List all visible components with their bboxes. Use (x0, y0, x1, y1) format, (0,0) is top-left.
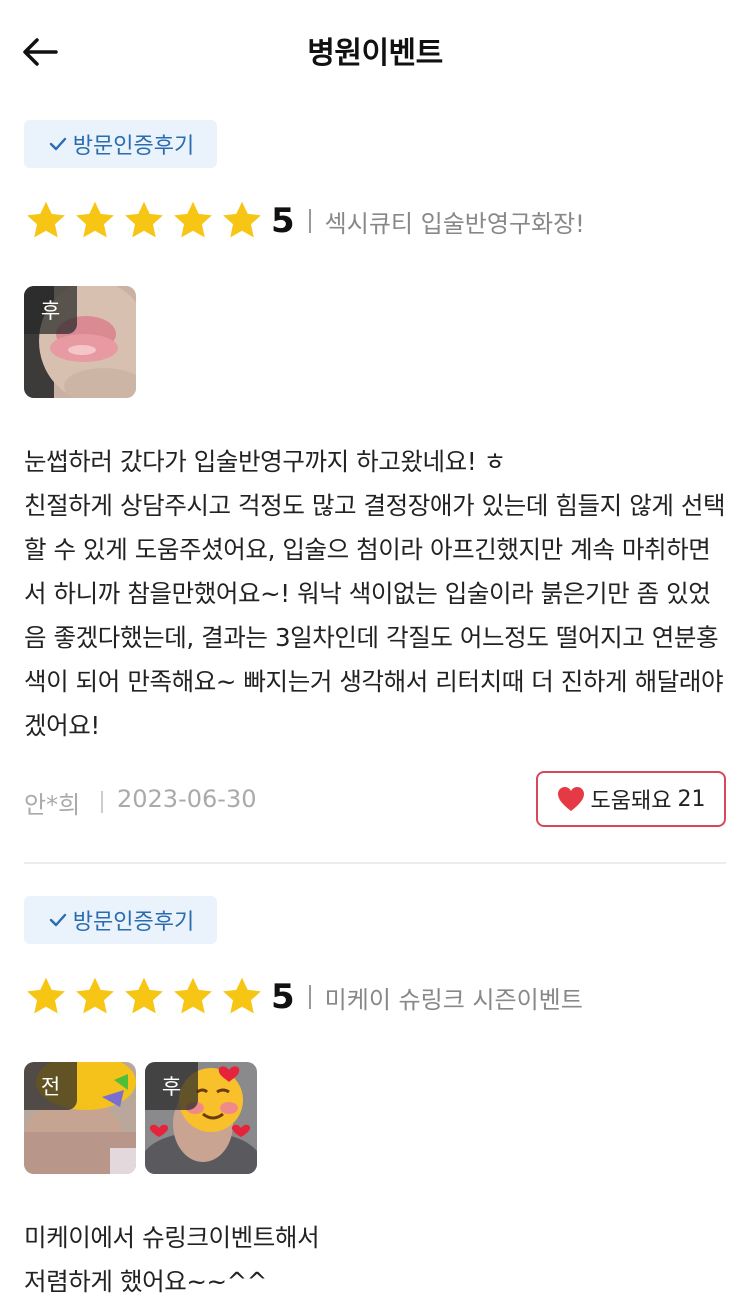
rating-score: 5 (271, 977, 295, 1017)
check-icon (49, 137, 66, 151)
review-photos: 전 후 (24, 1062, 257, 1174)
page-title: 병원이벤트 (307, 36, 443, 71)
review-photo-after[interactable]: 후 (145, 1062, 257, 1174)
event-name[interactable]: 섹시큐티 입술반영구화장! (325, 204, 585, 239)
star-icon (76, 201, 114, 238)
divider-bar (308, 985, 311, 1009)
photo-tag: 후 (145, 1062, 198, 1110)
heart-icon (557, 787, 584, 811)
review-photos: 후 (24, 286, 136, 398)
star-icon (223, 201, 261, 238)
app-header: 병원이벤트 (0, 0, 750, 100)
star-icon (125, 977, 163, 1014)
star-icon (76, 977, 114, 1014)
helpful-label: 도움돼요 (590, 789, 672, 814)
rating-row: 5 미케이 슈링크 시즌이벤트 (24, 972, 726, 1022)
review-meta: 안*희 2023-06-30 도움돼요 21 (24, 771, 726, 831)
check-icon (49, 913, 66, 927)
star-icon (174, 977, 212, 1014)
review-card: 방문인증후기 5 미케이 슈링크 시즌이벤트 전 후 미케이에서 슈링크이벤트해… (24, 896, 726, 1301)
star-icon (174, 201, 212, 238)
verified-visit-badge: 방문인증후기 (24, 896, 217, 944)
review-photo-before[interactable]: 전 (24, 1062, 136, 1174)
review-text: 눈썹하러 갔다가 입술반영구까지 하고왔네요! ㅎ 친절하게 상담주시고 걱정도… (24, 447, 726, 740)
helpful-count: 21 (677, 786, 706, 812)
author-name: 안*희 (24, 791, 81, 819)
photo-tag: 후 (24, 286, 77, 334)
star-icon (223, 977, 261, 1014)
review-card: 방문인증후기 5 섹시큐티 입술반영구화장! 후 눈썹하러 갔다가 입술반영구까… (24, 120, 726, 840)
badge-label: 방문인증후기 (72, 910, 195, 935)
event-name[interactable]: 미케이 슈링크 시즌이벤트 (325, 980, 583, 1015)
review-date: 2023-06-30 (117, 785, 257, 813)
helpful-button[interactable]: 도움돼요 21 (536, 771, 726, 827)
badge-label: 방문인증후기 (72, 134, 195, 159)
divider-bar (308, 209, 311, 233)
photo-tag: 전 (24, 1062, 77, 1110)
rating-score: 5 (271, 201, 295, 241)
review-divider (24, 862, 726, 864)
star-icon (125, 201, 163, 238)
star-icon (27, 201, 65, 238)
review-text: 미케이에서 슈링크이벤트해서 저렴하게 했어요~~^^ (24, 1223, 320, 1296)
verified-visit-badge: 방문인증후기 (24, 120, 217, 168)
rating-row: 5 섹시큐티 입술반영구화장! (24, 196, 726, 246)
meta-divider (101, 791, 103, 813)
star-icon (27, 977, 65, 1014)
review-photo-after[interactable]: 후 (24, 286, 136, 398)
